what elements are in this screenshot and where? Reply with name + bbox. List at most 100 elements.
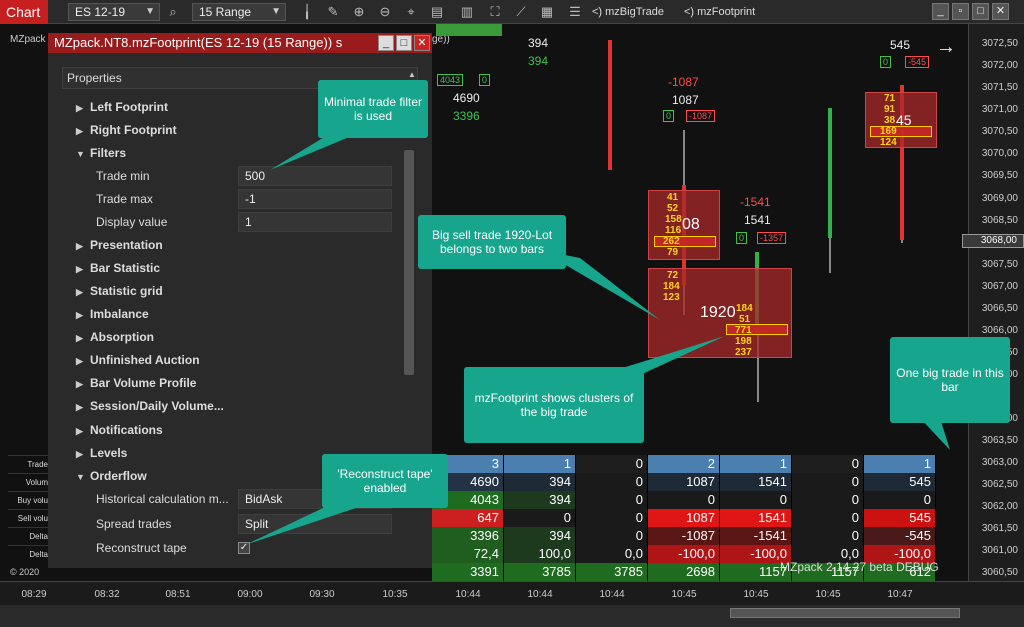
price-label: 3069,00 [981, 193, 1018, 204]
strategies-icon[interactable]: ⟋ [512, 3, 530, 21]
panel-maximize-button[interactable]: □ [396, 35, 412, 51]
data-box-icon[interactable]: ▦ [538, 3, 556, 21]
category-label: Unfinished Auction [90, 353, 200, 367]
sell-box: 0 [479, 74, 491, 86]
time-label: 10:45 [671, 589, 697, 600]
grid-cell: 0 [576, 491, 648, 509]
category-label: Bar Volume Profile [90, 376, 197, 390]
properties-icon[interactable]: ▤ [428, 3, 446, 21]
trade-max-field[interactable]: -1 [238, 189, 392, 209]
category-label: Absorption [90, 330, 154, 344]
category-right-footprint[interactable]: ▶ Right Footprint [76, 121, 177, 139]
category-levels[interactable]: ▶ Levels [76, 444, 127, 462]
category-unfinished-auction[interactable]: ▶ Unfinished Auction [76, 351, 200, 369]
panel-minimize-button[interactable]: _ [378, 35, 394, 51]
cluster-value: 124 [880, 137, 897, 148]
minimize-button[interactable]: _ [932, 3, 949, 20]
category-statistic-grid[interactable]: ▶ Statistic grid [76, 282, 163, 300]
draw-icon[interactable]: ✎ [324, 3, 342, 21]
category-notifications[interactable]: ▶ Notifications [76, 421, 163, 439]
callout-reconstruct-tape: 'Reconstruct tape' enabled [322, 454, 448, 508]
grid-cell: 100,0 [504, 545, 576, 563]
search-icon[interactable]: ⌕ [164, 3, 182, 21]
indicator-mzfootprint[interactable]: <) mzFootprint [684, 4, 755, 20]
time-axis[interactable] [0, 581, 1024, 605]
expand-arrow-icon: ▶ [76, 126, 83, 136]
cluster-value: 237 [735, 347, 752, 358]
panel-close-button[interactable]: ✕ [414, 35, 430, 51]
reconstruct-tape-checkbox[interactable]: ✓ [238, 542, 250, 554]
expand-arrow-icon: ▶ [76, 310, 83, 320]
chart-tab[interactable]: Chart [0, 0, 48, 24]
display-value-field[interactable]: 1 [238, 212, 392, 232]
category-imbalance[interactable]: ▶ Imbalance [76, 305, 149, 323]
category-bar-volume-profile[interactable]: ▶ Bar Volume Profile [76, 374, 196, 392]
category-bar-statistic[interactable]: ▶ Bar Statistic [76, 259, 160, 277]
indicator-label: MZpack [10, 34, 46, 45]
crosshair-icon[interactable]: ⌖ [402, 3, 420, 21]
trade-min-field[interactable]: 500 [238, 166, 392, 186]
maximize-button[interactable]: □ [972, 3, 989, 20]
zoom-in-icon[interactable]: ⊕ [350, 3, 368, 21]
candle-body [608, 40, 612, 170]
grid-row: 4690 394 0 1087 1541 0 545 [432, 473, 968, 491]
arrow-right-icon[interactable]: → [936, 36, 956, 59]
expand-arrow-icon: ▶ [76, 356, 83, 366]
grid-row: 4043 394 0 0 0 0 0 [432, 491, 968, 509]
category-left-footprint[interactable]: ▶ Left Footprint [76, 98, 168, 116]
category-label: Notifications [90, 423, 163, 437]
cluster-value: 158 [665, 214, 682, 225]
bar-type-icon[interactable]: ╽ [298, 3, 316, 21]
spread-trades-select[interactable]: Split [238, 514, 392, 534]
cluster-value: 51 [739, 314, 751, 325]
grid-cell: 2 [648, 455, 720, 473]
zoom-out-icon[interactable]: ⊖ [376, 3, 394, 21]
category-label: Orderflow [90, 469, 147, 483]
category-orderflow[interactable]: ▼ Orderflow [76, 467, 147, 485]
category-label: Session/Daily Volume... [90, 399, 224, 413]
indicator-mzbigtrade[interactable]: <) mzBigTrade [592, 4, 664, 20]
interval-value: 15 Range [199, 5, 252, 19]
category-label: Filters [90, 146, 127, 160]
callout-big-sell-trade: Big sell trade 1920-Lot belongs to two b… [418, 215, 566, 269]
properties-window-title[interactable]: MZpack.NT8.mzFootprint(ES 12-19 (15 Rang… [48, 33, 432, 53]
sell-box: -545 [905, 56, 930, 68]
cluster-value: 184 [663, 281, 680, 292]
restore-icon[interactable]: ▫ [952, 3, 969, 20]
grid-cell: 2698 [648, 563, 720, 581]
grid-cell: 0 [792, 455, 864, 473]
screenshot-icon[interactable]: ⛶ [486, 3, 504, 21]
grid-row-label: Volum [8, 473, 48, 491]
expand-arrow-icon: ▶ [76, 103, 83, 113]
time-label: 10:45 [815, 589, 841, 600]
category-presentation[interactable]: ▶ Presentation [76, 236, 163, 254]
category-absorption[interactable]: ▶ Absorption [76, 328, 154, 346]
scrollbar-thumb[interactable] [730, 608, 960, 618]
grid-row-label: Sell volu [8, 509, 48, 527]
time-label: 10:44 [599, 589, 625, 600]
instrument-selector[interactable]: ES 12-19 ▼ [68, 3, 160, 21]
cluster-value: 184 [736, 303, 753, 314]
close-button[interactable]: ✕ [992, 3, 1009, 20]
category-filters[interactable]: ▼ Filters [76, 144, 126, 162]
category-session-volume[interactable]: ▶ Session/Daily Volume... [76, 397, 224, 415]
grid-cell: 3785 [504, 563, 576, 581]
grid-cell: 545 [864, 509, 936, 527]
debug-text: MZpack 2.14.27 beta DEBUG [780, 560, 939, 574]
panel-scrollbar[interactable] [404, 150, 414, 375]
templates-icon[interactable]: ▥ [458, 3, 476, 21]
grid-cell: 0 [576, 473, 648, 491]
price-label: 3066,50 [981, 303, 1018, 314]
cluster-value: 71 [884, 93, 896, 104]
indicator-list-icon[interactable]: ☰ [566, 3, 584, 21]
cluster-value: 52 [667, 203, 679, 214]
time-label: 10:35 [382, 589, 408, 600]
chevron-up-icon[interactable]: ▲ [408, 70, 416, 79]
grid-cell: 394 [504, 473, 576, 491]
price-label: 3068,50 [981, 215, 1018, 226]
price-label: 3071,00 [981, 104, 1018, 115]
interval-selector[interactable]: 15 Range ▼ [192, 3, 286, 21]
grid-cell: -100,0 [648, 545, 720, 563]
category-label: Levels [90, 446, 128, 460]
expand-arrow-icon: ▶ [76, 449, 83, 459]
